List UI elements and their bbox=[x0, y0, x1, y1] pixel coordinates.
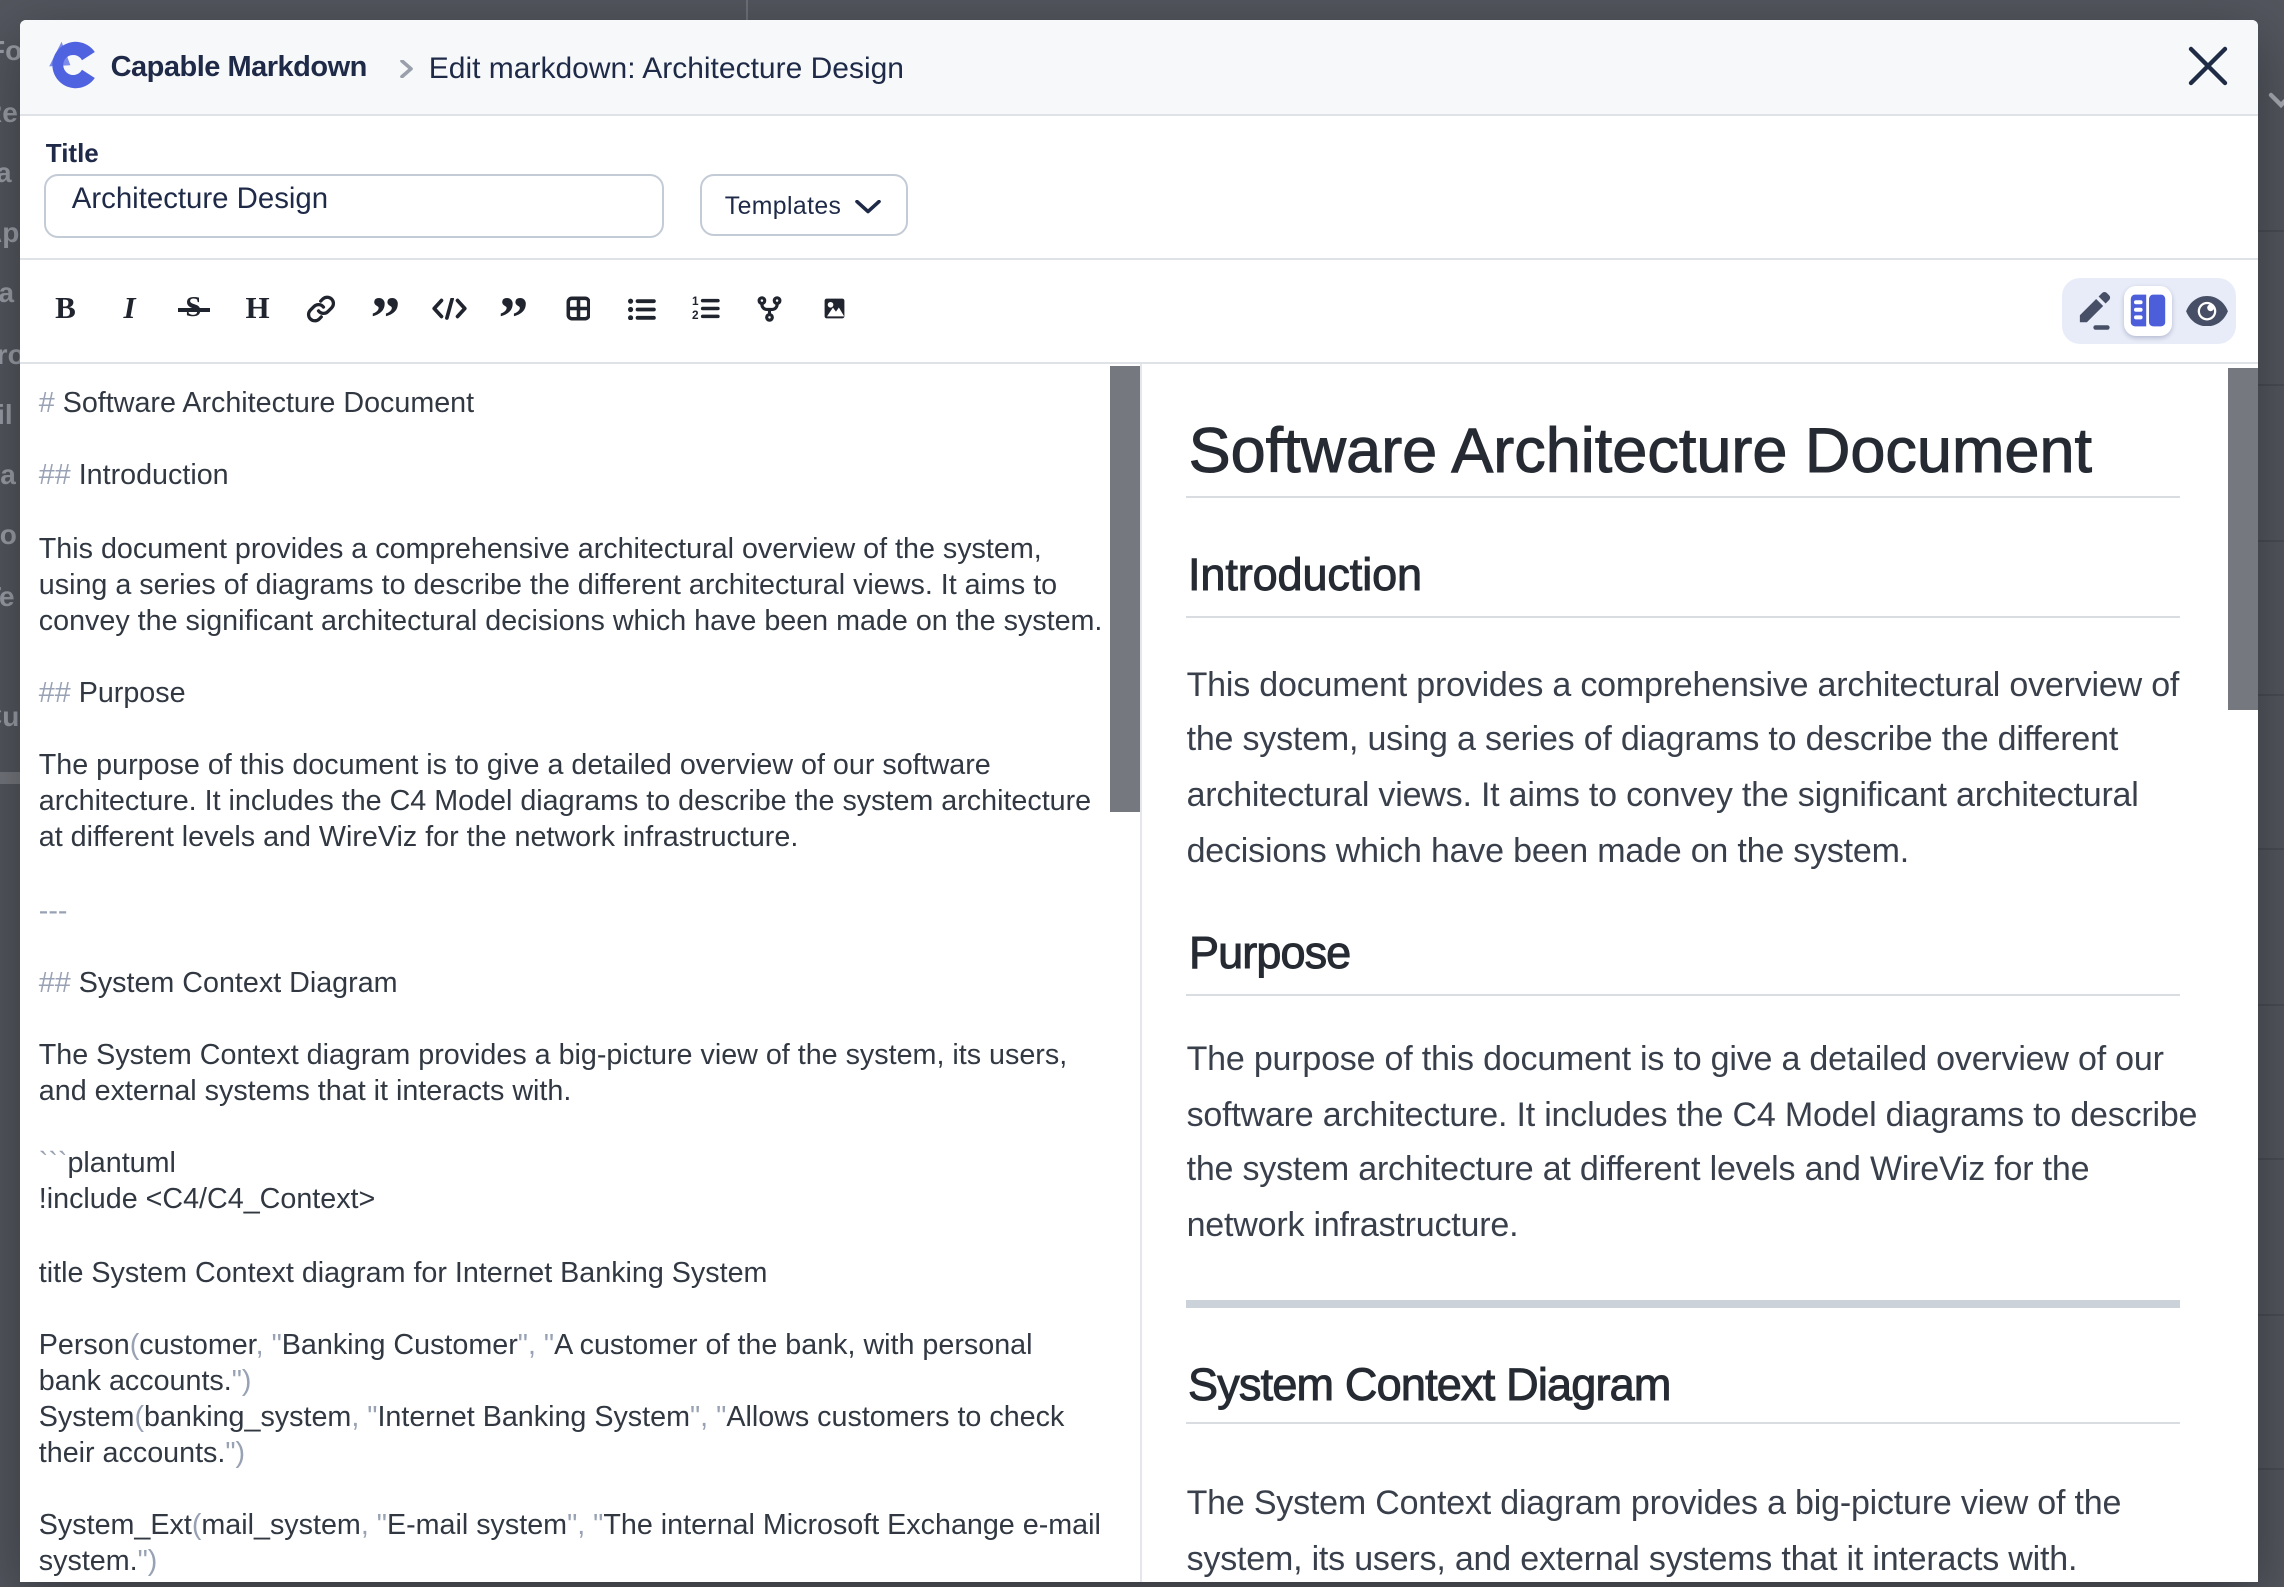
svg-text:1: 1 bbox=[692, 297, 699, 309]
svg-text:2: 2 bbox=[692, 309, 699, 322]
